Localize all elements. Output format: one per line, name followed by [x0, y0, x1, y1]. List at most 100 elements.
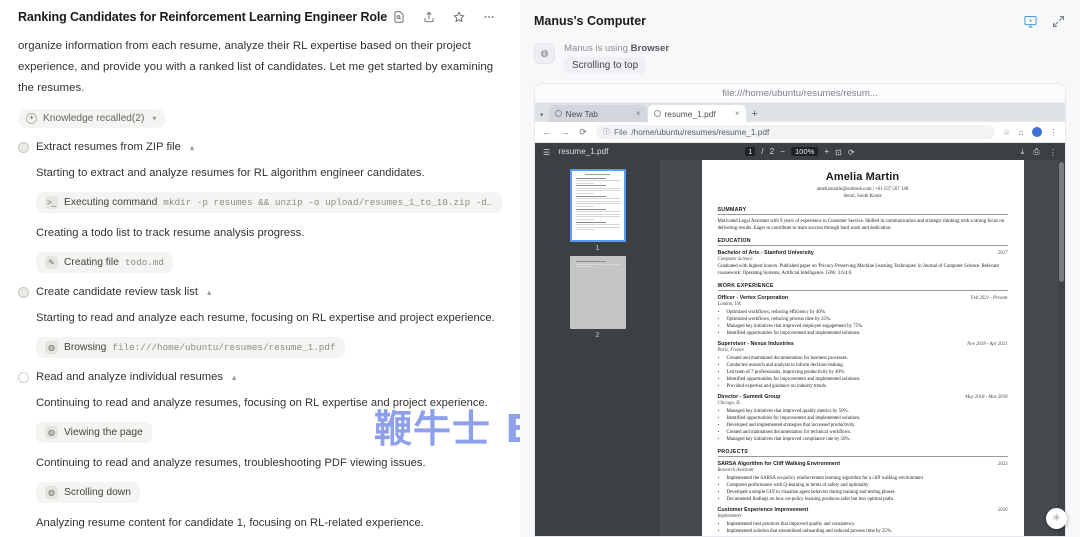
extensions-icon[interactable]: ⌂: [1018, 127, 1023, 137]
tab-list-chevron-icon[interactable]: ▾: [538, 111, 548, 122]
job-title: Officer - Vertex Corporation: [717, 295, 789, 301]
collapse-icon[interactable]: [1051, 14, 1066, 29]
close-icon[interactable]: ×: [636, 109, 641, 118]
job-bullet: Conducted research and analysis to infor…: [727, 362, 1008, 369]
pdf-toolbar-left: ☰ resume_1.pdf: [543, 147, 608, 157]
info-icon: ⓘ: [603, 129, 610, 136]
action-label: Viewing the page: [64, 427, 143, 438]
computer-panel-title: Manus's Computer: [534, 14, 647, 28]
project-bullet: Documented findings on how on-policy lea…: [727, 496, 1008, 503]
close-icon[interactable]: ×: [735, 109, 740, 118]
more-icon[interactable]: [482, 10, 496, 24]
pdf-zoom-level[interactable]: 100%: [790, 147, 819, 156]
step-status-icon: [18, 141, 29, 153]
pdf-total-pages: 2: [769, 147, 775, 156]
resume-job-entry: Director - Summit Group Chicago, IL May …: [718, 394, 1008, 406]
sidebar-icon[interactable]: ☰: [543, 147, 550, 157]
action-chip-executing-command[interactable]: >_ Executing command mkdir -p resumes &&…: [36, 192, 502, 213]
resume-contact: ameliamartin@outlook.com | +61 537 567 1…: [718, 186, 1008, 201]
resume-section-heading-education: EDUCATION: [717, 238, 1008, 246]
pdf-scrollbar-thumb[interactable]: [1059, 162, 1064, 282]
chrome-menu-icon[interactable]: ⋮: [1050, 127, 1059, 138]
pdf-page-area[interactable]: Amelia Martin ameliamartin@outlook.com |…: [660, 160, 1065, 536]
project-year: 2023: [997, 462, 1008, 467]
download-icon[interactable]: ⤓: [1021, 147, 1025, 157]
job-bullet: Identified opportunities for improvement…: [727, 330, 1008, 337]
job-location: Paris, France: [717, 348, 745, 353]
browser-omnibar: ← → ⟳ ⓘ File /home/ubuntu/resumes/resume…: [535, 122, 1065, 143]
job-bullet: Led team of 7 professionals, improving p…: [727, 369, 1008, 376]
header-icon-group: [392, 10, 502, 24]
resume-job-entry: Supervisor - Nexus Industries Paris, Fra…: [718, 341, 1008, 353]
zoom-out-icon[interactable]: −: [780, 147, 785, 156]
pdf-thumbnail-item[interactable]: 1: [569, 169, 626, 252]
pdf-menu-icon[interactable]: ⋮: [1049, 147, 1057, 157]
agent-activity-row: ◍ Manus is using Browser Scrolling to to…: [534, 43, 1066, 74]
browser-tab-resume-pdf[interactable]: resume_1.pdf ×: [647, 105, 746, 122]
pdf-toolbar: ☰ resume_1.pdf 1 / 2 − 100% + ⊡ ⟳ ⤓ ⎙ ⋮: [535, 143, 1065, 160]
file-search-icon[interactable]: [392, 10, 406, 24]
pdf-filename: resume_1.pdf: [558, 147, 609, 156]
pdf-thumbnail-page-1[interactable]: [569, 169, 626, 242]
job-bullet: Identified opportunities for improvement…: [727, 376, 1008, 383]
address-bar[interactable]: ⓘ File /home/ubuntu/resumes/resume_1.pdf: [596, 125, 995, 139]
reload-icon[interactable]: ⟳: [578, 127, 588, 138]
action-chip-viewing-page[interactable]: ◍ Viewing the page: [36, 422, 152, 443]
agent-action-chip[interactable]: Scrolling to top: [564, 57, 647, 74]
pdf-scrollbar-track[interactable]: [1058, 160, 1065, 536]
bookmark-star-icon[interactable]: ☆: [1003, 127, 1011, 138]
share-icon[interactable]: [422, 10, 436, 24]
step-header[interactable]: Read and analyze individual resumes ▴: [18, 371, 502, 383]
page-title: Ranking Candidates for Reinforcement Lea…: [18, 10, 388, 24]
agent-using-tool: Browser: [630, 43, 670, 54]
star-icon[interactable]: [452, 10, 466, 24]
loading-spinner-icon[interactable]: ✳: [1046, 508, 1067, 529]
project-bullet: Implemented the SARSA on-policy reinforc…: [727, 475, 1008, 482]
job-bullet: Identified opportunities for improvement…: [727, 415, 1008, 422]
print-icon[interactable]: ⎙: [1033, 147, 1040, 157]
step-text: Creating a todo list to track resume ana…: [36, 227, 305, 239]
action-chip-creating-file[interactable]: ✎ Creating file todo.md: [36, 252, 174, 273]
zoom-in-icon[interactable]: +: [824, 147, 829, 156]
job-location: London, UK: [717, 302, 742, 307]
new-tab-button[interactable]: +: [747, 108, 763, 122]
browser-tab-new-tab[interactable]: New Tab ×: [548, 105, 647, 122]
pdf-current-page[interactable]: 1: [745, 147, 756, 156]
project-bullet: Collaborated with cross-functional teams…: [727, 535, 1008, 536]
pdf-toolbar-center: 1 / 2 − 100% + ⊡ ⟳: [745, 147, 855, 157]
pencil-icon: ✎: [45, 256, 58, 269]
action-label: Browsing: [64, 342, 107, 353]
back-icon[interactable]: ←: [542, 127, 552, 137]
education-year: 2017: [997, 250, 1008, 256]
fit-page-icon[interactable]: ⊡: [835, 147, 842, 157]
step-header[interactable]: Extract resumes from ZIP file ▴: [18, 141, 502, 153]
rotate-icon[interactable]: ⟳: [848, 147, 855, 157]
job-dates: Feb 2021 - Present: [970, 296, 1008, 301]
pdf-toolbar-right: ⤓ ⎙ ⋮: [1021, 147, 1057, 157]
step-header[interactable]: Create candidate review task list ▴: [18, 286, 502, 298]
project-title: SARSA Algorithm for Cliff Walking Enviro…: [717, 461, 841, 467]
browser-tabstrip: ▾ New Tab × resume_1.pdf × +: [535, 103, 1065, 122]
resume-section-heading-work: WORK EXPERIENCE: [717, 283, 1008, 291]
education-field: Computer Science: [717, 256, 753, 262]
step-label: Create candidate review task list: [36, 286, 199, 298]
step-text: Analyzing resume content for candidate 1…: [36, 517, 424, 529]
step-body: Starting to extract and analyze resumes …: [36, 163, 502, 273]
project-role: Research Assistant: [717, 468, 754, 473]
job-bullet: Optimized workflows, reducing efficiency…: [727, 309, 1008, 316]
job-bullet: Developed and implemented strategies tha…: [727, 422, 1008, 429]
job-bullet: Managed key initiatives that improved co…: [727, 436, 1008, 443]
address-scheme: File: [614, 127, 628, 137]
action-chip-scrolling-down[interactable]: ◍ Scrolling down: [36, 482, 140, 503]
pdf-thumbnail-page-2[interactable]: [569, 256, 626, 329]
job-bullet: Optimized workflows, reducing process ti…: [727, 316, 1008, 323]
knowledge-recalled-pill[interactable]: ✦ Knowledge recalled(2) ▾: [18, 109, 167, 128]
forward-icon[interactable]: →: [560, 127, 570, 137]
monitor-icon[interactable]: [1023, 14, 1038, 29]
computer-panel-header: Manus's Computer: [534, 10, 1066, 32]
window-url-label: file:///home/ubuntu/resumes/resum...: [535, 84, 1065, 103]
action-chip-browsing[interactable]: ◍ Browsing file:///home/ubuntu/resumes/r…: [36, 337, 345, 358]
pdf-page-separator: /: [761, 147, 764, 156]
pdf-thumbnail-item[interactable]: 2: [569, 256, 626, 339]
profile-avatar-icon[interactable]: [1031, 127, 1042, 137]
